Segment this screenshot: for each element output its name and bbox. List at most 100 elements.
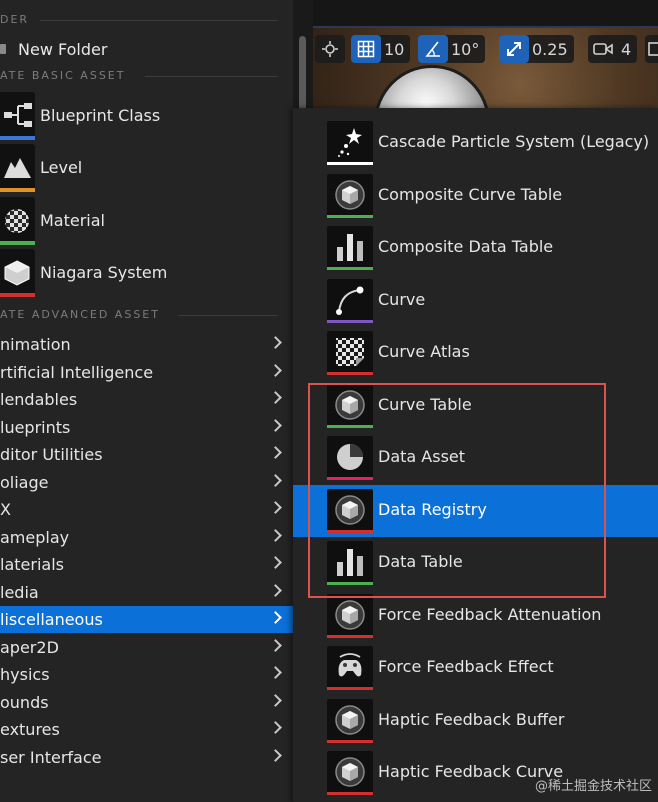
submenu-item-label: Curve Table <box>378 394 472 414</box>
advanced-category-item[interactable]: ounds <box>0 689 293 716</box>
curve-table-icon <box>327 383 373 428</box>
advanced-category-label: ditor Utilities <box>0 445 103 464</box>
chevron-right-icon <box>269 721 282 734</box>
haptic-feedback-buffer-icon <box>327 698 373 743</box>
force-feedback-attenuation-icon <box>327 593 373 638</box>
level-viewport[interactable]: 10 10° 0.25 4 <box>313 0 658 120</box>
category-color-strip <box>327 267 373 270</box>
advanced-category-label: ledia <box>0 582 39 602</box>
advanced-category-item[interactable]: hysics <box>0 661 293 688</box>
category-color-strip <box>0 136 35 140</box>
basic-item-blueprint-class[interactable]: Blueprint Class <box>0 91 293 141</box>
submenu-item[interactable]: Data Registry <box>293 484 658 537</box>
camera-speed-button[interactable]: 4 <box>588 35 638 63</box>
advanced-category-item[interactable]: laterials <box>0 551 293 578</box>
create-asset-menu: DER New Folder ATE BASIC ASSET Blueprint… <box>0 0 293 802</box>
advanced-category-item[interactable]: oliage <box>0 469 293 496</box>
scale-snap-button[interactable]: 0.25 <box>499 35 574 63</box>
submenu-item-label: Cascade Particle System (Legacy) <box>378 132 650 151</box>
advanced-category-item[interactable]: ser Interface <box>0 744 293 771</box>
chevron-right-icon <box>269 528 282 542</box>
advanced-category-item[interactable]: X <box>0 496 293 523</box>
submenu-item[interactable]: Curve Atlas <box>293 327 658 379</box>
section-divider <box>145 76 278 77</box>
basic-item-label: Niagara System <box>40 263 168 282</box>
advanced-category-item[interactable]: aper2D <box>0 634 293 661</box>
viewport-options-button[interactable] <box>645 35 658 63</box>
cascade-particle-icon <box>327 121 373 165</box>
camera-icon <box>588 35 618 63</box>
grid-icon <box>351 35 381 63</box>
chevron-right-icon <box>269 611 282 624</box>
category-color-strip <box>327 634 373 638</box>
new-folder-item[interactable]: New Folder <box>0 36 293 62</box>
advanced-category-item[interactable]: liscellaneous <box>0 606 293 633</box>
submenu-item[interactable]: Composite Data Table <box>293 222 658 274</box>
advanced-category-label: lueprints <box>0 417 71 437</box>
basic-item-label: Blueprint Class <box>40 106 161 125</box>
data-registry-icon <box>327 488 373 533</box>
section-divider <box>40 20 278 21</box>
advanced-category-item[interactable]: extures <box>0 716 293 743</box>
submenu-item[interactable]: Haptic Feedback Buffer <box>293 695 658 747</box>
layout-icon <box>645 35 658 63</box>
chevron-right-icon <box>269 638 282 652</box>
category-color-strip <box>327 529 373 533</box>
submenu-item[interactable]: Force Feedback Effect <box>293 642 658 694</box>
chevron-right-icon <box>269 473 282 487</box>
advanced-category-item[interactable]: rtificial Intelligence <box>0 359 293 386</box>
advanced-category-item[interactable]: ditor Utilities <box>0 441 293 468</box>
advanced-category-label: oliage <box>0 472 49 492</box>
advanced-category-label: ser Interface <box>0 747 102 767</box>
data-table-icon <box>327 541 373 585</box>
basic-item-niagara-system[interactable]: Niagara System <box>0 248 293 298</box>
submenu-item-label: Force Feedback Effect <box>378 657 554 676</box>
category-color-strip <box>327 319 373 323</box>
grid-snap-button[interactable]: 10 <box>351 35 411 63</box>
data-asset-icon <box>327 436 373 480</box>
submenu-item-label: Haptic Feedback Buffer <box>378 709 565 729</box>
advanced-category-label: X <box>0 500 11 519</box>
category-color-strip <box>327 372 373 375</box>
miscellaneous-submenu: Cascade Particle System (Legacy) Composit… <box>293 108 658 802</box>
submenu-item[interactable]: Data Table <box>293 537 658 589</box>
chevron-right-icon <box>269 446 282 459</box>
chevron-right-icon <box>269 391 282 404</box>
submenu-item-label: Curve <box>378 289 426 309</box>
surface-snapping-button[interactable] <box>315 35 345 63</box>
basic-item-level[interactable]: Level <box>0 143 293 193</box>
viewport-top-bar <box>313 0 658 28</box>
category-color-strip <box>327 687 373 690</box>
advanced-category-item[interactable]: ledia <box>0 579 293 606</box>
submenu-item-label: Data Asset <box>378 447 466 466</box>
watermark: @稀土掘金技术社区 <box>534 779 652 794</box>
level-icon <box>0 144 35 192</box>
curve-atlas-icon <box>327 331 373 375</box>
advanced-category-item[interactable]: ameplay <box>0 524 293 551</box>
submenu-item[interactable]: Curve Table <box>293 380 658 432</box>
category-color-strip <box>327 424 373 428</box>
advanced-category-label: liscellaneous <box>0 610 103 629</box>
advanced-category-label: hysics <box>0 665 50 684</box>
advanced-asset-section-header: ATE ADVANCED ASSET <box>0 308 160 321</box>
advanced-category-item[interactable]: lendables <box>0 386 293 413</box>
category-color-strip <box>327 792 373 795</box>
rotation-snap-button[interactable]: 10° <box>418 35 486 63</box>
chevron-right-icon <box>269 336 282 349</box>
submenu-item[interactable]: Composite Curve Table <box>293 170 658 222</box>
chevron-right-icon <box>269 556 282 569</box>
chevron-right-icon <box>269 693 282 707</box>
basic-item-material[interactable]: Material <box>0 196 293 246</box>
submenu-item-label: Composite Data Table <box>378 237 554 256</box>
basic-asset-section-header: ATE BASIC ASSET <box>0 69 126 82</box>
haptic-feedback-curve-icon <box>327 751 373 795</box>
submenu-item[interactable]: Data Asset <box>293 432 658 484</box>
submenu-item[interactable]: Force Feedback Attenuation <box>293 590 658 642</box>
advanced-category-label: nimation <box>0 335 71 354</box>
advanced-category-item[interactable]: nimation <box>0 331 293 358</box>
category-color-strip <box>0 188 35 192</box>
chevron-right-icon <box>269 418 282 432</box>
advanced-category-item[interactable]: lueprints <box>0 414 293 441</box>
submenu-item[interactable]: Curve <box>293 275 658 327</box>
submenu-item[interactable]: Cascade Particle System (Legacy) <box>293 117 658 169</box>
